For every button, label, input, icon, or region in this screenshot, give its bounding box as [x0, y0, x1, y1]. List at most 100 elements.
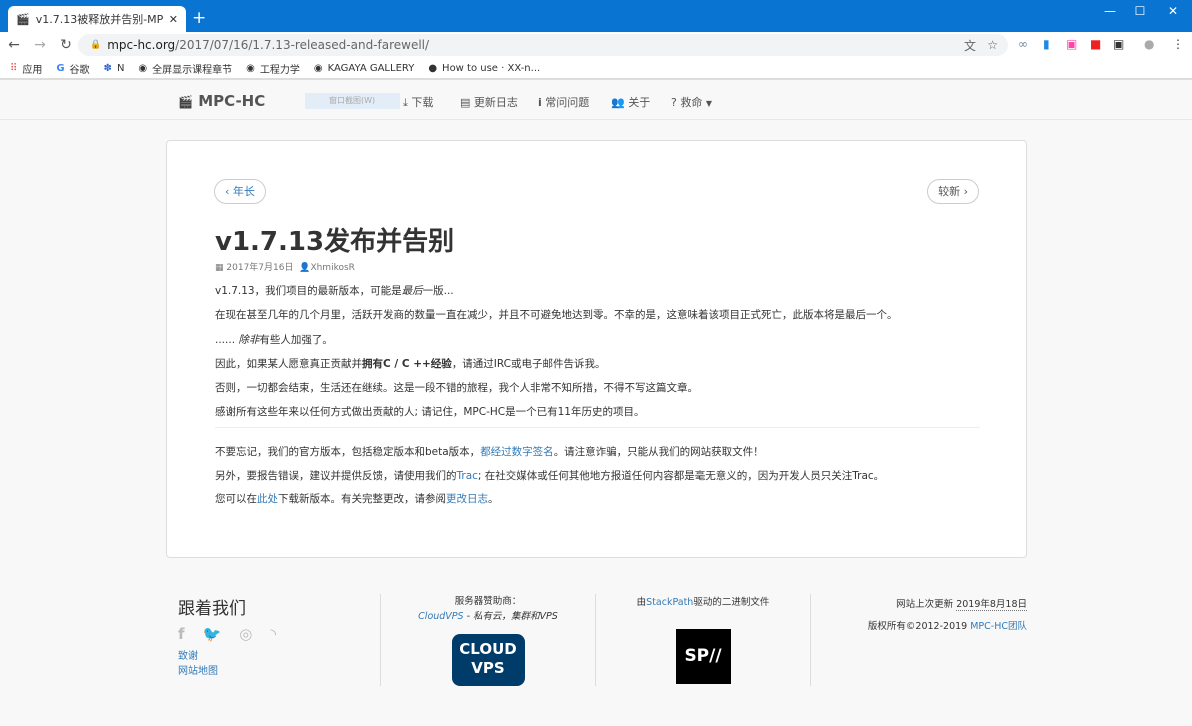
- brand-link[interactable]: 🎬 MPC-HC: [178, 92, 265, 110]
- maximize-button[interactable]: ☐: [1125, 4, 1155, 18]
- updated-date: 2019年8月18日: [956, 599, 1027, 611]
- globe-icon: ◉: [246, 62, 255, 74]
- text: ; 在社交媒体或任何其他地方报道任何内容都是毫无意义的，因为开发人员只关注Tra…: [477, 469, 885, 482]
- browser-tab[interactable]: 🎬 v1.7.13被释放并告别-MPC-HC ✕: [8, 6, 186, 32]
- cloudvps-link[interactable]: CloudVPS: [418, 611, 463, 622]
- users-icon: 👥: [611, 96, 625, 109]
- copyright: 版权所有©2012-2019: [867, 621, 971, 632]
- url-path: /2017/07/16/1.7.13-released-and-farewell…: [175, 38, 430, 52]
- bookmark-label: N: [116, 62, 125, 74]
- lock-icon: 🔒: [90, 40, 102, 50]
- brand-text: MPC-HC: [198, 92, 266, 110]
- favicon-icon: 🎬: [16, 12, 30, 26]
- text: 网站上次更新: [896, 599, 957, 610]
- text: ，请通过IRC或电子邮件告诉我。: [451, 357, 606, 370]
- signed-link[interactable]: 都经过数字签名: [480, 446, 554, 458]
- text: 有些人加强了。: [259, 333, 333, 346]
- bookmark-kagaya[interactable]: ◉ KAGAYA GALLERY: [314, 63, 414, 74]
- nav-label: 关于: [628, 96, 651, 109]
- team-link[interactable]: MPC-HC团队: [970, 621, 1027, 632]
- bookmark-google[interactable]: G 谷歌: [56, 61, 89, 76]
- bookmark-course[interactable]: ◉ 全屏显示课程章节: [138, 61, 232, 76]
- thanks-link[interactable]: 致谢: [178, 651, 198, 662]
- bookmark-label: 全屏显示课程章节: [152, 64, 233, 76]
- new-tab-button[interactable]: +: [192, 8, 206, 28]
- menu-icon[interactable]: ⋮: [1172, 37, 1184, 51]
- text: 拥有C / C ++经验: [362, 357, 452, 370]
- title-bar: 🎬 v1.7.13被释放并告别-MPC-HC ✕ + — ☐ ✕: [0, 0, 1192, 32]
- nav-label: 下载: [411, 96, 434, 109]
- star-icon[interactable]: ☆: [987, 38, 998, 52]
- nav-help[interactable]: ? 救命 ▼: [671, 94, 712, 110]
- changelog-link[interactable]: 更改日志: [446, 493, 488, 505]
- minimize-button[interactable]: —: [1095, 4, 1125, 18]
- paragraph: 在现在甚至几年的几个月里，活跃开发商的数量一直在减少，并且不可避免地达到零。不幸…: [215, 309, 898, 322]
- back-button[interactable]: ←: [2, 37, 26, 53]
- paragraph: 不要忘记，我们的官方版本，包括稳定版本和beta版本，都经过数字签名。请注意诈骗…: [215, 441, 884, 465]
- text: 一版...: [422, 285, 454, 297]
- nav-label: 常问问题: [545, 96, 590, 109]
- nav-download[interactable]: ⤓ 下载: [403, 94, 433, 110]
- text: 由: [636, 597, 647, 608]
- infinity-extension-icon[interactable]: ∞: [1018, 37, 1028, 51]
- paragraph: 否则，一切都会结束，生活还在继续。这是一段不错的旅程，我个人非常不知所措，不得不…: [215, 382, 698, 395]
- bookmark-howto[interactable]: ● How to use · XX-n...: [428, 63, 540, 74]
- profile-avatar-icon[interactable]: ●: [1144, 37, 1154, 51]
- text: 。: [488, 493, 499, 505]
- bookmark-label: 工程力学: [259, 64, 300, 76]
- text: v1.7.13，我们项目的最新版本，可能是: [215, 285, 402, 297]
- nav-faq[interactable]: i 常问问题: [538, 94, 589, 110]
- text: 。请注意诈骗，只能从我们的网站获取文件！: [553, 446, 764, 458]
- older-post-button[interactable]: ‹ 年长: [214, 179, 266, 204]
- pager-label: 年长: [232, 185, 255, 198]
- apps-grid-icon: ⠿: [10, 62, 18, 74]
- nav-label: 更新日志: [473, 96, 518, 109]
- forward-button[interactable]: →: [28, 37, 52, 53]
- reload-button[interactable]: ↻: [54, 37, 78, 53]
- text: 最后: [401, 285, 423, 297]
- sponsor-label: 服务器赞助商：: [454, 596, 522, 607]
- address-bar[interactable]: 🔒 mpc-hc.org/2017/07/16/1.7.13-released-…: [78, 34, 1008, 56]
- post-author: XhmikosR: [310, 263, 355, 273]
- stackpath-logo[interactable]: SP//: [675, 629, 731, 684]
- tv-extension-icon[interactable]: ▣: [1066, 37, 1077, 51]
- bookmark-extension-icon[interactable]: ▮: [1043, 37, 1050, 51]
- url-host: mpc-hc.org: [107, 38, 176, 52]
- close-tab-icon[interactable]: ✕: [169, 13, 178, 26]
- trac-link[interactable]: Trac: [457, 470, 478, 482]
- bookmark-n[interactable]: ✽ N: [104, 63, 125, 74]
- nav-label: 救命: [680, 96, 703, 109]
- text: 驱动的二进制文件: [693, 597, 770, 608]
- site-navbar: 🎬 MPC-HC 窗口截图(W) ⤓ 下载 ▤ 更新日志 i 常问问题 👥 关于…: [0, 82, 1192, 120]
- bookmark-label: How to use · XX-n...: [442, 62, 541, 74]
- text: 不要忘记，我们的官方版本，包括稳定版本和beta版本，: [215, 446, 481, 458]
- square-extension-icon[interactable]: ▣: [1113, 37, 1124, 51]
- info-icon: i: [538, 96, 542, 109]
- user-icon: 👤: [299, 263, 311, 273]
- caret-down-icon: ▼: [705, 99, 712, 108]
- nav-about[interactable]: 👥 关于: [611, 94, 650, 110]
- newer-post-button[interactable]: 较新 ›: [927, 179, 979, 204]
- text: 除非: [238, 333, 260, 346]
- cloudvps-logo[interactable]: CLOUD VPS: [451, 634, 525, 686]
- text: 另外，要报告错误，建议并提供反馈，请使用我们的: [215, 469, 457, 482]
- github-icon[interactable]: ◎: [239, 625, 252, 643]
- sitemap-link[interactable]: 网站地图: [178, 666, 218, 677]
- translate-icon[interactable]: 文: [964, 37, 976, 54]
- globe-icon: ◉: [313, 62, 323, 74]
- bookmark-apps[interactable]: ⠿ 应用: [10, 61, 42, 76]
- bookmark-mechanics[interactable]: ◉ 工程力学: [246, 61, 300, 76]
- rss-icon[interactable]: ◝: [270, 625, 276, 643]
- paragraph: v1.7.13，我们项目的最新版本，可能是最后一版...: [215, 279, 898, 303]
- text: 因此，如果某人愿意真正贡献并: [215, 357, 362, 370]
- chevron-left-icon: ‹: [225, 185, 230, 198]
- stackpath-link[interactable]: StackPath: [646, 597, 693, 608]
- download-here-link[interactable]: 此处: [257, 493, 278, 505]
- nav-changelog[interactable]: ▤ 更新日志: [460, 94, 518, 110]
- facebook-icon[interactable]: f: [178, 625, 185, 643]
- tab-title: v1.7.13被释放并告别-MPC-HC: [35, 13, 163, 26]
- bookmark-label: KAGAYA GALLERY: [327, 62, 415, 74]
- red-extension-icon[interactable]: ■: [1090, 37, 1101, 51]
- twitter-icon[interactable]: 🐦: [203, 625, 222, 643]
- close-window-button[interactable]: ✕: [1158, 4, 1188, 18]
